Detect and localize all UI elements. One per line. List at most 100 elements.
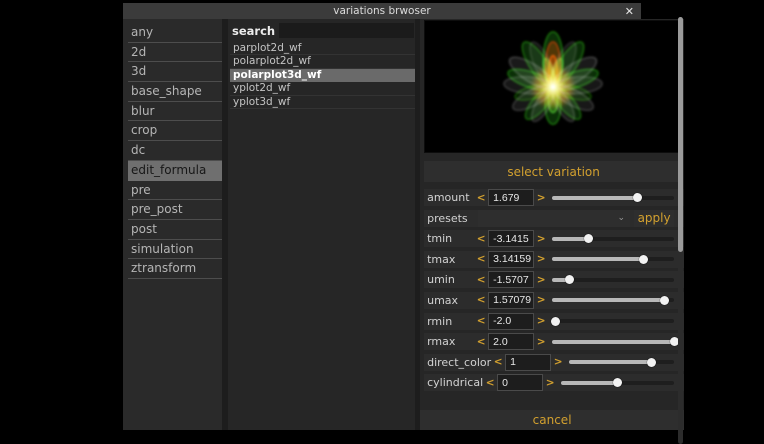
- variation-browser-column: search parplot2d_wfpolarplot2d_wfpolarpl…: [228, 19, 415, 430]
- apply-button[interactable]: apply: [634, 210, 674, 227]
- decrement-button[interactable]: <: [476, 336, 486, 348]
- param-value-input[interactable]: [488, 251, 534, 268]
- select-variation-button[interactable]: select variation: [424, 161, 683, 182]
- title-bar[interactable]: variations brwoser ✕: [123, 3, 641, 19]
- cancel-button[interactable]: cancel: [420, 410, 684, 430]
- param-label: rmax: [427, 335, 476, 348]
- increment-button[interactable]: >: [536, 336, 546, 348]
- param-value-input[interactable]: [505, 354, 551, 371]
- slider-thumb[interactable]: [551, 317, 560, 326]
- slider-track: [552, 319, 674, 323]
- param-label: umax: [427, 294, 476, 307]
- variation-item[interactable]: parplot2d_wf: [230, 42, 415, 55]
- param-slider[interactable]: [552, 333, 674, 350]
- increment-button[interactable]: >: [536, 233, 546, 245]
- variation-list: parplot2d_wfpolarplot2d_wfpolarplot3d_wf…: [230, 42, 415, 109]
- slider-thumb[interactable]: [584, 234, 593, 243]
- search-input[interactable]: [279, 23, 414, 38]
- scrollbar-thumb[interactable]: [678, 17, 683, 252]
- category-item[interactable]: ztransform: [128, 259, 222, 279]
- param-value-input[interactable]: [488, 292, 534, 309]
- decrement-button[interactable]: <: [476, 315, 486, 327]
- param-slider[interactable]: [569, 354, 674, 371]
- slider-fill: [552, 298, 664, 302]
- decrement-button[interactable]: <: [476, 253, 486, 265]
- param-row: tmin < >: [424, 230, 684, 247]
- increment-button[interactable]: >: [536, 315, 546, 327]
- category-item[interactable]: any: [128, 23, 222, 43]
- param-row: rmax < >: [424, 333, 684, 350]
- decrement-button[interactable]: <: [476, 274, 486, 286]
- variation-item[interactable]: polarplot3d_wf: [230, 69, 415, 82]
- param-value-input[interactable]: [497, 374, 543, 391]
- param-slider[interactable]: [552, 189, 674, 206]
- param-label: cylindrical: [427, 376, 485, 389]
- param-row: direct_color < >: [424, 354, 684, 371]
- decrement-button[interactable]: <: [493, 356, 503, 368]
- param-label: tmin: [427, 232, 476, 245]
- close-icon: ✕: [625, 5, 634, 18]
- close-button[interactable]: ✕: [625, 3, 634, 19]
- slider-fill: [569, 360, 651, 364]
- increment-button[interactable]: >: [536, 294, 546, 306]
- increment-button[interactable]: >: [545, 377, 555, 389]
- slider-thumb[interactable]: [639, 255, 648, 264]
- param-value-input[interactable]: [488, 333, 534, 350]
- category-item[interactable]: crop: [128, 121, 222, 141]
- slider-thumb[interactable]: [633, 193, 642, 202]
- slider-thumb[interactable]: [660, 296, 669, 305]
- param-value-input[interactable]: [488, 271, 534, 288]
- param-value-input[interactable]: [488, 313, 534, 330]
- category-item[interactable]: post: [128, 220, 222, 240]
- param-slider[interactable]: [552, 230, 674, 247]
- presets-dropdown[interactable]: ⌄: [478, 210, 630, 227]
- slider-thumb[interactable]: [565, 275, 574, 284]
- param-list: amount < > presets ⌄ apply tmin < > tmax…: [424, 189, 684, 395]
- decrement-button[interactable]: <: [476, 294, 486, 306]
- category-item[interactable]: dc: [128, 141, 222, 161]
- param-slider[interactable]: [552, 251, 674, 268]
- category-item[interactable]: 3d: [128, 62, 222, 82]
- flower-preview-image: [425, 21, 682, 152]
- param-row: umax < >: [424, 292, 684, 309]
- param-slider[interactable]: [552, 292, 674, 309]
- slider-fill: [561, 381, 617, 385]
- increment-button[interactable]: >: [553, 356, 563, 368]
- increment-button[interactable]: >: [536, 192, 546, 204]
- category-item[interactable]: pre: [128, 181, 222, 201]
- param-slider[interactable]: [561, 374, 674, 391]
- variation-item[interactable]: yplot2d_wf: [230, 82, 415, 95]
- slider-thumb[interactable]: [647, 358, 656, 367]
- category-item[interactable]: edit_formula: [128, 161, 222, 181]
- category-item[interactable]: blur: [128, 102, 222, 122]
- category-item[interactable]: 2d: [128, 43, 222, 63]
- flower-center-glow: [533, 67, 572, 106]
- param-value-input[interactable]: [488, 230, 534, 247]
- slider-fill: [552, 340, 674, 344]
- decrement-button[interactable]: <: [485, 377, 495, 389]
- category-item[interactable]: base_shape: [128, 82, 222, 102]
- slider-thumb[interactable]: [613, 378, 622, 387]
- category-item[interactable]: simulation: [128, 240, 222, 260]
- decrement-button[interactable]: <: [476, 233, 486, 245]
- increment-button[interactable]: >: [536, 253, 546, 265]
- variation-item[interactable]: polarplot2d_wf: [230, 55, 415, 68]
- search-row: search: [230, 22, 415, 39]
- variation-item[interactable]: yplot3d_wf: [230, 96, 415, 109]
- window-title: variations brwoser: [333, 5, 430, 17]
- param-row: tmax < >: [424, 251, 684, 268]
- variation-preview: [424, 20, 683, 153]
- decrement-button[interactable]: <: [476, 192, 486, 204]
- chevron-down-icon: ⌄: [618, 210, 631, 227]
- params-scrollbar[interactable]: [678, 17, 683, 444]
- param-row: umin < >: [424, 271, 684, 288]
- category-item[interactable]: pre_post: [128, 200, 222, 220]
- param-row: presets ⌄ apply: [424, 210, 684, 227]
- param-slider[interactable]: [552, 271, 674, 288]
- param-label: tmax: [427, 253, 476, 266]
- slider-fill: [552, 196, 637, 200]
- search-label: search: [230, 24, 279, 38]
- increment-button[interactable]: >: [536, 274, 546, 286]
- param-value-input[interactable]: [488, 189, 534, 206]
- param-slider[interactable]: [552, 313, 674, 330]
